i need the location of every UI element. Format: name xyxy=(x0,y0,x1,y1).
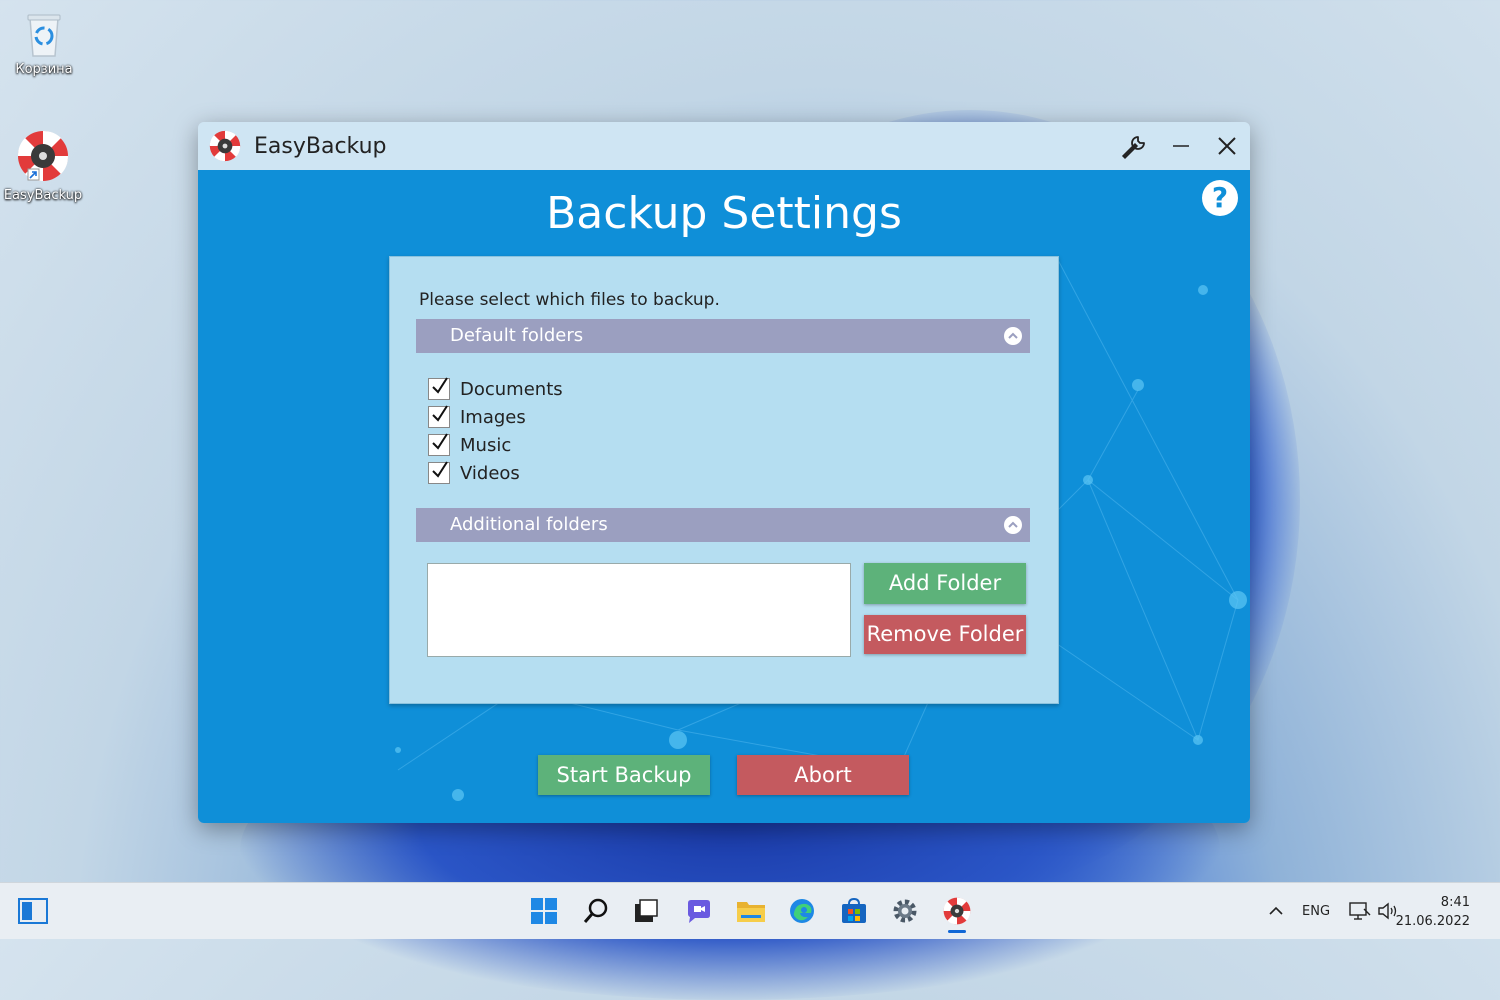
question-icon: ? xyxy=(1211,181,1229,214)
start-icon xyxy=(531,898,557,924)
store-button[interactable] xyxy=(838,895,870,927)
checkmark-icon xyxy=(432,405,448,422)
file-explorer-icon xyxy=(737,902,765,922)
chat-button[interactable] xyxy=(683,895,715,927)
section-label: Additional folders xyxy=(450,514,608,535)
show-hidden-icons-button[interactable] xyxy=(1260,895,1292,927)
settings-panel: Please select which files to backup. Def… xyxy=(389,256,1059,704)
start-backup-button[interactable]: Start Backup xyxy=(538,755,710,795)
checkbox-documents[interactable]: Documents xyxy=(428,375,563,403)
easybackup-window: EasyBackup Backup Settings ? Please sele… xyxy=(198,122,1250,823)
remove-folder-button[interactable]: Remove Folder xyxy=(864,615,1026,654)
checkbox[interactable] xyxy=(428,405,450,428)
task-view-icon xyxy=(635,899,658,922)
additional-folders-header[interactable]: Additional folders xyxy=(416,508,1030,542)
app-lifebuoy-icon xyxy=(209,130,241,162)
file-explorer-button[interactable] xyxy=(735,895,767,927)
chat-icon xyxy=(688,900,710,923)
minimize-icon xyxy=(1173,145,1189,147)
additional-folders-listbox[interactable] xyxy=(427,563,851,657)
help-button[interactable]: ? xyxy=(1202,180,1238,216)
taskbar-clock[interactable]: 8:41 21.06.2022 xyxy=(1396,893,1470,931)
checkmark-icon xyxy=(432,377,448,394)
instruction-text: Please select which files to backup. xyxy=(419,290,720,310)
checkbox[interactable] xyxy=(428,461,450,484)
page-heading: Backup Settings xyxy=(546,188,902,239)
checkbox-label: Music xyxy=(460,434,512,456)
network-icon xyxy=(1349,902,1371,920)
default-folders-list: Documents Images Music Videos xyxy=(428,375,563,487)
checkmark-icon xyxy=(432,433,448,450)
easybackup-lifebuoy-icon xyxy=(17,130,69,182)
desktop-icon-recycle-bin[interactable]: Корзина xyxy=(4,10,84,77)
active-app-indicator xyxy=(948,930,966,933)
minimize-button[interactable] xyxy=(1158,122,1204,170)
taskbar: ENG 8:41 21.06.2022 xyxy=(0,882,1500,939)
easybackup-icon xyxy=(943,897,971,925)
chevron-up-icon[interactable] xyxy=(1004,516,1022,534)
checkbox-label: Images xyxy=(460,406,526,428)
clock-date: 21.06.2022 xyxy=(1395,914,1470,929)
language-indicator[interactable]: ENG xyxy=(1302,904,1330,919)
task-view-button[interactable] xyxy=(630,895,662,927)
checkbox-label: Videos xyxy=(460,462,520,484)
window-client-area: Backup Settings ? Please select which fi… xyxy=(198,170,1250,823)
search-icon xyxy=(583,898,608,923)
start-button[interactable] xyxy=(528,895,560,927)
default-folders-header[interactable]: Default folders xyxy=(416,319,1030,353)
desktop-icon-label: EasyBackup xyxy=(3,188,83,203)
desktop-icon-easybackup[interactable]: EasyBackup xyxy=(3,128,83,203)
checkbox-images[interactable]: Images xyxy=(428,403,563,431)
add-folder-button[interactable]: Add Folder xyxy=(864,563,1026,604)
edge-icon xyxy=(790,899,814,923)
wrench-icon xyxy=(1121,136,1145,160)
section-label: Default folders xyxy=(450,325,584,346)
close-button[interactable] xyxy=(1204,122,1250,170)
settings-wrench-button[interactable] xyxy=(1112,122,1158,170)
edge-button[interactable] xyxy=(786,895,818,927)
checkbox[interactable] xyxy=(428,433,450,456)
widgets-icon xyxy=(18,898,48,924)
checkbox-label: Documents xyxy=(460,378,563,400)
abort-button[interactable]: Abort xyxy=(737,755,909,795)
checkbox-music[interactable]: Music xyxy=(428,431,563,459)
close-icon xyxy=(1218,137,1236,155)
chevron-up-icon[interactable] xyxy=(1004,327,1022,345)
recycle-bin-icon xyxy=(27,14,61,57)
settings-gear-icon xyxy=(893,899,917,923)
easybackup-taskbar-button[interactable] xyxy=(941,895,973,927)
checkbox[interactable] xyxy=(428,377,450,400)
checkmark-icon xyxy=(432,461,448,478)
window-title: EasyBackup xyxy=(254,133,387,159)
chevron-up-icon xyxy=(1269,906,1283,915)
desktop-icon-label: Корзина xyxy=(15,62,73,77)
search-button[interactable] xyxy=(580,895,612,927)
checkbox-videos[interactable]: Videos xyxy=(428,459,563,487)
window-titlebar[interactable]: EasyBackup xyxy=(198,122,1250,170)
widgets-button[interactable] xyxy=(17,895,49,927)
settings-button[interactable] xyxy=(889,895,921,927)
clock-time: 8:41 xyxy=(1440,895,1470,910)
store-icon xyxy=(842,897,866,923)
